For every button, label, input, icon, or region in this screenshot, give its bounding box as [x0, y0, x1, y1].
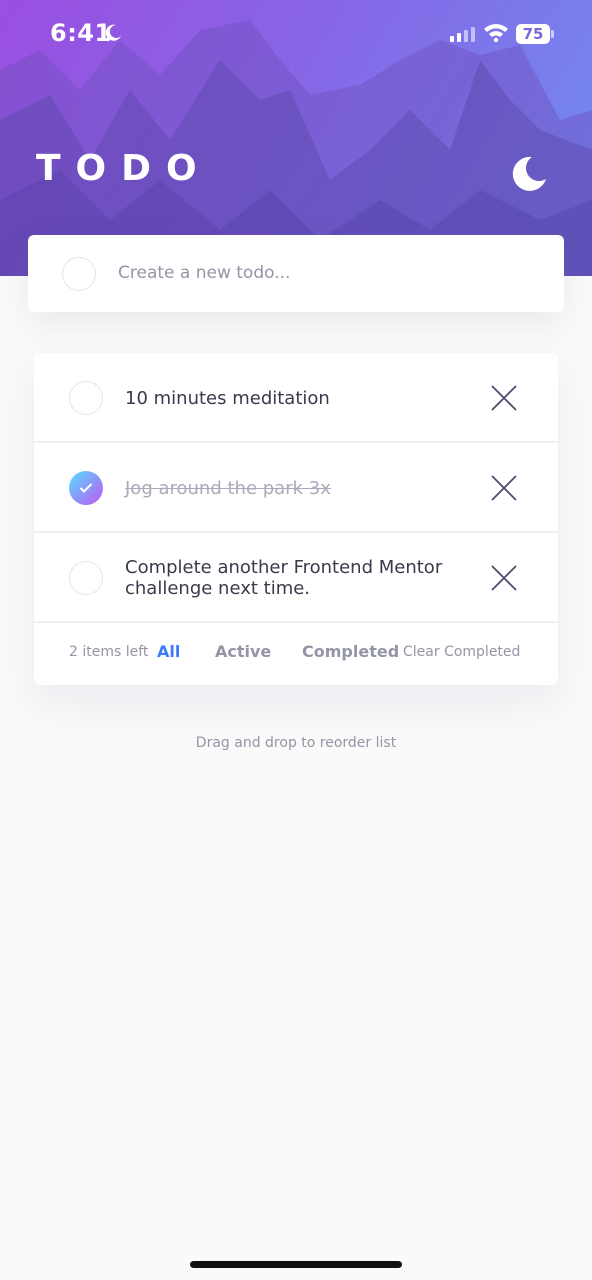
- new-todo-input[interactable]: [118, 255, 538, 291]
- delete-todo-icon[interactable]: [490, 474, 518, 502]
- clear-completed-button[interactable]: Clear Completed: [403, 644, 520, 660]
- todo-check-circle[interactable]: [69, 561, 103, 595]
- list-footer: 2 items left All Active Completed Clear …: [34, 623, 558, 685]
- todo-text: Complete another Frontend Mentor challen…: [125, 557, 443, 599]
- delete-todo-icon[interactable]: [490, 564, 518, 592]
- filter-all[interactable]: All: [157, 642, 180, 661]
- home-indicator[interactable]: [190, 1261, 402, 1268]
- todo-item[interactable]: 10 minutes meditation: [34, 353, 558, 443]
- moon-status-icon: [105, 24, 121, 41]
- new-todo-bar: [28, 235, 564, 312]
- new-todo-check-circle[interactable]: [62, 257, 96, 291]
- status-bar: 6:41 75: [0, 0, 592, 70]
- items-left-count: 2 items left: [69, 644, 149, 660]
- battery-tip: [551, 30, 554, 38]
- checkmark-icon: [79, 483, 93, 493]
- reorder-hint: Drag and drop to reorder list: [195, 735, 397, 751]
- todo-list: 10 minutes meditation Jog around the par…: [34, 353, 558, 685]
- battery-indicator: 75: [516, 24, 550, 44]
- todo-checked-circle[interactable]: [69, 471, 103, 505]
- theme-toggle-moon-icon[interactable]: [508, 154, 548, 194]
- todo-item[interactable]: Jog around the park 3x: [34, 443, 558, 533]
- todo-item[interactable]: Complete another Frontend Mentor challen…: [34, 533, 558, 623]
- app-title: TODO: [36, 148, 212, 189]
- filter-active[interactable]: Active: [215, 642, 271, 661]
- filter-completed[interactable]: Completed: [302, 642, 399, 661]
- todo-text-completed: Jog around the park 3x: [125, 477, 331, 499]
- cellular-signal-icon: [450, 27, 475, 42]
- delete-todo-icon[interactable]: [490, 384, 518, 412]
- wifi-icon: [484, 24, 508, 42]
- todo-check-circle[interactable]: [69, 381, 103, 415]
- todo-text: 10 minutes meditation: [125, 387, 330, 409]
